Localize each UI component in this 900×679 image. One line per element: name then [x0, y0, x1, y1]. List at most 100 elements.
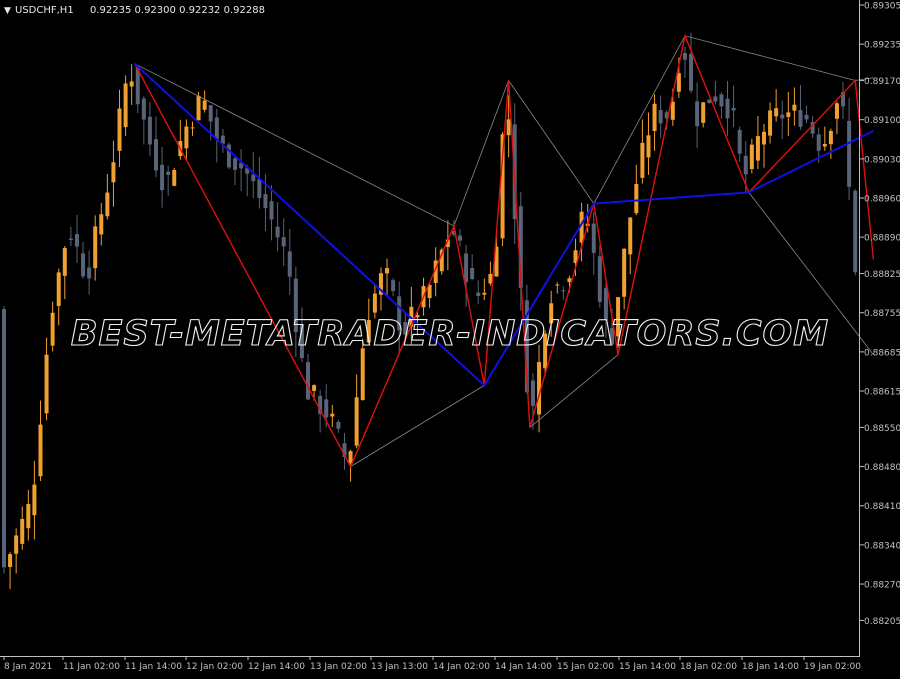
- candle-bull: [26, 504, 31, 529]
- candle-bear: [74, 234, 79, 247]
- candle-bear: [324, 399, 329, 418]
- candle-bear: [561, 290, 566, 292]
- chart-canvas[interactable]: 0.89305 0.89235 0.89170 0.89100 0.89030 0.889…: [0, 0, 900, 675]
- y-tick-label: 0.88685: [864, 348, 900, 358]
- x-tick-label: 15 Jan 14:00: [619, 662, 676, 672]
- y-tick-label: 0.88825: [864, 270, 900, 280]
- candle-bear: [251, 174, 256, 182]
- candle-bull: [762, 131, 766, 145]
- candle-bear: [458, 235, 462, 241]
- x-tick-label: 12 Jan 02:00: [186, 662, 243, 672]
- candle-bull: [646, 135, 651, 158]
- header-marker-icon[interactable]: ▼: [4, 6, 11, 16]
- candle-bear: [816, 134, 821, 151]
- candle-bull: [768, 110, 773, 136]
- candle-bear: [713, 96, 718, 102]
- candle-bull: [129, 81, 134, 87]
- candle-bull: [755, 136, 760, 161]
- candle-bear: [464, 253, 469, 283]
- candle-bull: [8, 554, 13, 567]
- candle-bull: [749, 144, 754, 170]
- candle-bull: [640, 142, 645, 178]
- candle-bear: [682, 52, 687, 60]
- candle-bull: [622, 248, 627, 297]
- candle-bear: [719, 94, 724, 107]
- candle-bear: [87, 267, 92, 279]
- candle-bull: [62, 248, 67, 276]
- candle-bull: [348, 451, 353, 464]
- x-tick-label: 15 Jan 02:00: [557, 662, 614, 672]
- candle-bear: [81, 253, 86, 277]
- x-tick-label: 14 Jan 14:00: [495, 662, 552, 672]
- candle-bull: [834, 103, 839, 119]
- candle-bull: [38, 424, 43, 477]
- x-tick-label: 11 Jan 14:00: [125, 662, 182, 672]
- candle-bull: [184, 126, 189, 149]
- candle-bull: [774, 108, 779, 117]
- candle-bear: [257, 179, 262, 199]
- chart-header: ▼ USDCHF,H1 0.92235 0.92300 0.92232 0.92…: [4, 5, 265, 16]
- symbol-label: USDCHF,H1: [15, 5, 74, 16]
- candle-bear: [725, 98, 730, 119]
- price-chart[interactable]: 0.89305 0.89235 0.89170 0.89100 0.89030 0.889…: [0, 0, 900, 675]
- candle-bear: [798, 110, 803, 127]
- candle-bear: [281, 237, 286, 247]
- candle-bear: [853, 190, 858, 273]
- y-tick-label: 0.88480: [864, 463, 900, 473]
- candle-bear: [804, 114, 809, 120]
- x-tick-label: 18 Jan 14:00: [742, 662, 799, 672]
- candle-bear: [275, 226, 280, 238]
- y-tick-label: 0.88615: [864, 388, 900, 398]
- candle-bull: [670, 101, 675, 120]
- y-tick-label: 0.88960: [864, 195, 900, 205]
- candle-bear: [263, 194, 268, 209]
- candle-bear: [470, 268, 475, 280]
- candle-bull: [44, 354, 49, 414]
- x-tick-label: 19 Jan 02:00: [804, 662, 861, 672]
- candle-bull: [822, 143, 827, 147]
- candle-bull: [202, 100, 207, 110]
- candle-bear: [68, 238, 73, 241]
- y-tick-label: 0.88890: [864, 234, 900, 244]
- candle-bull: [652, 103, 657, 131]
- candle-bear: [737, 129, 742, 154]
- candle-bear: [141, 98, 146, 120]
- candle-bull: [93, 226, 98, 269]
- candle-bear: [208, 105, 213, 122]
- candle-bull: [105, 192, 110, 217]
- candle-bull: [634, 183, 639, 214]
- candle-bear: [233, 158, 238, 170]
- x-tick-label: 8 Jan 2021: [4, 662, 52, 672]
- candle-bear: [597, 256, 602, 302]
- candle-bear: [2, 309, 6, 568]
- candle-bull: [676, 73, 681, 92]
- candle-bull: [828, 130, 833, 145]
- candle-bull: [20, 519, 25, 544]
- candle-bear: [743, 155, 748, 175]
- candle-bear: [731, 107, 736, 111]
- candle-bear: [847, 120, 852, 187]
- y-tick-label: 0.88410: [864, 502, 900, 512]
- candle-bear: [780, 114, 785, 119]
- y-tick-label: 0.89170: [864, 77, 900, 87]
- y-tick-label: 0.89030: [864, 155, 900, 165]
- candle-bull: [312, 385, 317, 391]
- x-tick-label: 11 Jan 02:00: [63, 662, 120, 672]
- y-tick-label: 0.88755: [864, 309, 900, 319]
- candle-bull: [701, 102, 706, 123]
- x-tick-label: 18 Jan 02:00: [680, 662, 737, 672]
- y-tick-label: 0.89305: [864, 2, 900, 12]
- candle-bear: [287, 251, 292, 277]
- candle-bear: [591, 223, 596, 253]
- x-tick-label: 13 Jan 02:00: [310, 662, 367, 672]
- y-tick-label: 0.88270: [864, 581, 900, 591]
- x-tick-label: 12 Jan 14:00: [248, 662, 305, 672]
- candle-bull: [330, 413, 335, 417]
- candle-bear: [336, 421, 341, 429]
- y-tick-label: 0.88205: [864, 617, 900, 627]
- candle-bull: [196, 95, 201, 121]
- ohlc-values: 0.92235 0.92300 0.92232 0.92288: [90, 5, 265, 16]
- candle-bear: [147, 116, 152, 145]
- candle-bear: [269, 201, 274, 220]
- candle-bear: [689, 54, 694, 91]
